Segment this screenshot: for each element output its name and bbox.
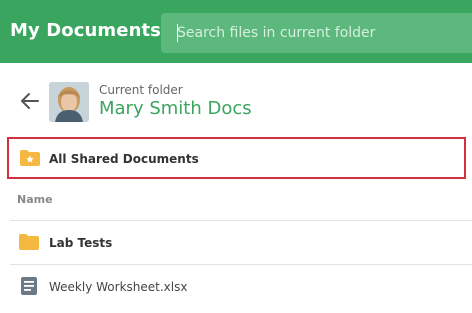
list-item-label: Weekly Worksheet.xlsx <box>49 280 188 294</box>
avatar <box>49 82 89 122</box>
shared-documents-label: All Shared Documents <box>49 152 199 166</box>
search-input[interactable] <box>161 13 472 53</box>
folder-icon <box>19 234 39 250</box>
app-header: My Documents <box>0 0 472 63</box>
back-arrow-icon[interactable] <box>18 90 40 112</box>
list-item-label: Lab Tests <box>49 236 113 250</box>
search-box[interactable] <box>161 13 472 53</box>
current-folder-name: Mary Smith Docs <box>99 98 252 119</box>
list-item[interactable]: Weekly Worksheet.xlsx <box>10 265 472 309</box>
app-title: My Documents <box>10 20 162 41</box>
current-folder-caption: Current folder <box>99 83 183 97</box>
shared-documents-row[interactable]: All Shared Documents <box>7 137 466 179</box>
avatar-portrait-icon <box>49 82 89 122</box>
list-item[interactable]: Lab Tests <box>10 221 472 264</box>
document-icon <box>21 277 37 295</box>
shared-folder-icon <box>20 150 40 166</box>
name-column-header[interactable]: Name <box>17 193 53 206</box>
text-caret <box>177 24 178 42</box>
